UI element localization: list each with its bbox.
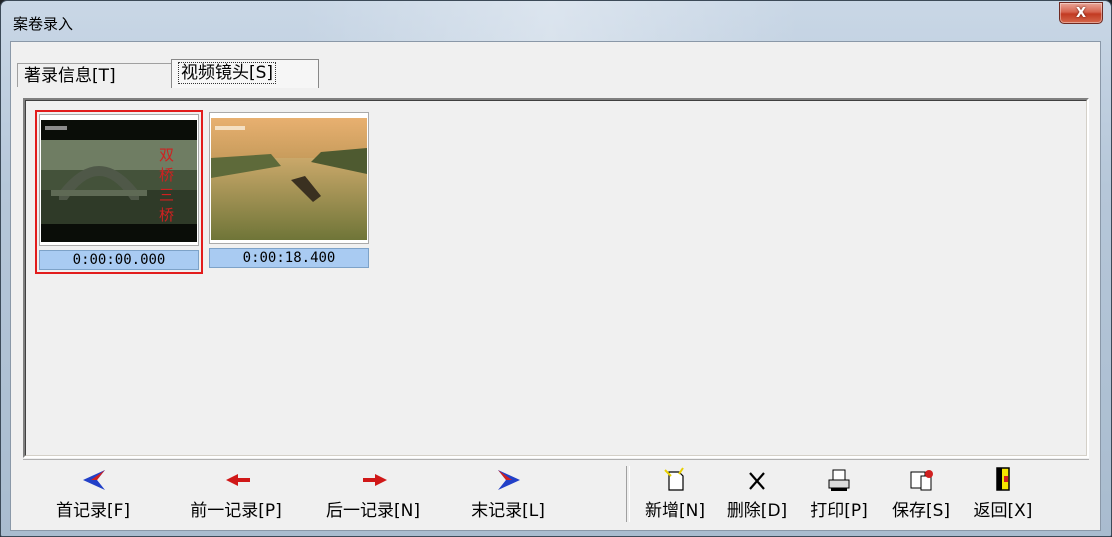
new-document-icon (635, 464, 715, 494)
first-record-button[interactable]: 首记录[F] (33, 464, 153, 524)
client-area: 著录信息[T] 视频镜头[S] 双 桥 三 桥 0:00:00.000 0:00… (10, 41, 1101, 531)
button-label: 新增[N] (645, 501, 705, 521)
svg-text:三: 三 (159, 186, 174, 204)
shot-thumbnail-1[interactable]: 双 桥 三 桥 0:00:00.000 (35, 110, 203, 274)
button-label: 前一记录[P] (190, 501, 282, 521)
exit-door-icon (963, 464, 1043, 494)
button-label: 后一记录[N] (326, 501, 420, 521)
tab-video-shots[interactable]: 视频镜头[S] (171, 59, 319, 88)
tab-label: 视频镜头[S] (178, 62, 277, 84)
bridge-shot-thumbnail: 双 桥 三 桥 (41, 120, 197, 242)
svg-text:双: 双 (159, 146, 174, 164)
first-record-arrow-icon (33, 464, 153, 494)
shots-panel: 双 桥 三 桥 0:00:00.000 0:00:18.400 (23, 98, 1089, 458)
printer-icon (799, 464, 879, 494)
delete-button[interactable]: 删除[D] (717, 464, 797, 524)
toolbar-separator (626, 466, 630, 522)
shot-timecode: 0:00:18.400 (209, 248, 369, 268)
next-record-button[interactable]: 后一记录[N] (303, 464, 443, 524)
close-icon: X (1075, 5, 1087, 21)
add-button[interactable]: 新增[N] (635, 464, 715, 524)
save-button[interactable]: 保存[S] (881, 464, 961, 524)
bottom-toolbar: 首记录[F] 前一记录[P] 后一记录[N] 末记录[L] 新增[N] 删除[D… (23, 459, 1089, 526)
prev-record-button[interactable]: 前一记录[P] (166, 464, 306, 524)
app-window: 案卷录入 X 著录信息[T] 视频镜头[S] 双 桥 三 桥 0:00:00.0… (0, 0, 1112, 537)
thumbnail-frame (209, 112, 369, 244)
save-icon (881, 464, 961, 494)
svg-text:桥: 桥 (159, 166, 174, 184)
window-title: 案卷录入 (13, 15, 74, 33)
print-button[interactable]: 打印[P] (799, 464, 879, 524)
delete-x-icon (717, 464, 797, 494)
shot-thumbnail-2[interactable]: 0:00:18.400 (207, 110, 371, 270)
shot-timecode: 0:00:00.000 (39, 250, 199, 270)
title-bar-glow (301, 1, 801, 41)
exit-button[interactable]: 返回[X] (963, 464, 1043, 524)
button-label: 末记录[L] (471, 501, 545, 521)
last-record-button[interactable]: 末记录[L] (448, 464, 568, 524)
close-button[interactable]: X (1059, 2, 1103, 24)
thumbnail-frame: 双 桥 三 桥 (39, 114, 199, 246)
button-label: 打印[P] (810, 501, 868, 521)
last-record-arrow-icon (448, 464, 568, 494)
button-label: 返回[X] (973, 501, 1033, 521)
svg-text:桥: 桥 (159, 206, 174, 224)
shots-panel-inner: 双 桥 三 桥 0:00:00.000 0:00:18.400 (25, 100, 1087, 456)
button-label: 首记录[F] (55, 501, 131, 521)
next-record-arrow-icon (303, 464, 443, 494)
title-bar[interactable]: 案卷录入 X (1, 1, 1111, 41)
prev-record-arrow-icon (166, 464, 306, 494)
button-label: 保存[S] (891, 501, 951, 521)
tab-catalog-info[interactable]: 著录信息[T] (17, 63, 173, 87)
tab-label: 著录信息[T] (24, 66, 116, 86)
button-label: 删除[D] (726, 501, 788, 521)
river-boat-thumbnail (211, 118, 367, 240)
